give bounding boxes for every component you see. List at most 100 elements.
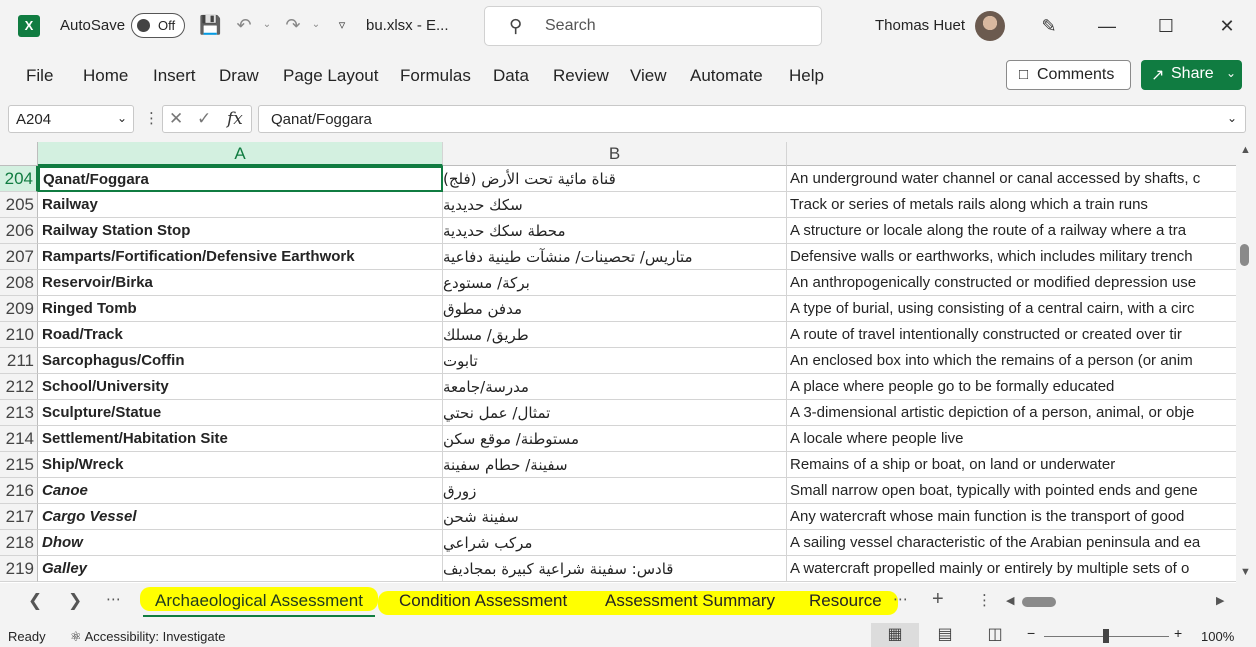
cell-c[interactable]: A 3-dimensional artistic depiction of a … — [787, 400, 1236, 426]
avatar[interactable] — [975, 11, 1005, 41]
more-options-icon[interactable]: ⋮ — [144, 109, 159, 127]
cell-a[interactable]: Canoe — [38, 478, 443, 504]
row-header[interactable]: 208 — [0, 270, 38, 296]
cell-a[interactable]: Dhow — [38, 530, 443, 556]
scroll-up-icon[interactable]: ▲ — [1240, 144, 1251, 156]
cell-b[interactable]: مستوطنة/ موقع سكن — [443, 426, 787, 452]
cell-c[interactable]: A watercraft propelled mainly or entirel… — [787, 556, 1236, 582]
cell-c[interactable]: A route of travel intentionally construc… — [787, 322, 1236, 348]
tab-view[interactable]: View — [630, 66, 667, 86]
row-header[interactable]: 209 — [0, 296, 38, 322]
sheet-tab-resource[interactable]: Resource — [809, 585, 882, 617]
user-name[interactable]: Thomas Huet — [875, 17, 965, 34]
cell-a[interactable]: Cargo Vessel — [38, 504, 443, 530]
row-header[interactable]: 214 — [0, 426, 38, 452]
tab-help[interactable]: Help — [789, 66, 824, 86]
cell-b[interactable]: زورق — [443, 478, 787, 504]
undo-icon[interactable]: ↶ — [233, 14, 255, 36]
row-header[interactable]: 217 — [0, 504, 38, 530]
cell-c[interactable]: Any watercraft whose main function is th… — [787, 504, 1236, 530]
share-button[interactable]: ↗ Share ⌄ — [1141, 60, 1242, 90]
cell-a[interactable]: Road/Track — [38, 322, 443, 348]
zoom-out-icon[interactable]: − — [1027, 625, 1035, 641]
row-header[interactable]: 211 — [0, 348, 38, 374]
scroll-down-icon[interactable]: ▼ — [1240, 566, 1251, 578]
select-all-corner[interactable] — [0, 142, 38, 166]
name-box[interactable]: A204 ⌄ — [8, 105, 134, 133]
tab-insert[interactable]: Insert — [153, 66, 196, 86]
row-header[interactable]: 207 — [0, 244, 38, 270]
search-box[interactable]: ⚲ Search — [484, 6, 822, 46]
cell-b[interactable]: سفينة/ حطام سفينة — [443, 452, 787, 478]
tab-review[interactable]: Review — [553, 66, 609, 86]
cell-a[interactable]: Ship/Wreck — [38, 452, 443, 478]
cell-a[interactable]: Galley — [38, 556, 443, 582]
zoom-slider-thumb[interactable] — [1103, 629, 1109, 643]
accessibility-status[interactable]: ⚛ Accessibility: Investigate — [70, 629, 225, 645]
cancel-icon[interactable]: ✕ — [169, 109, 183, 129]
cell-b[interactable]: تابوت — [443, 348, 787, 374]
insert-function-icon[interactable]: fx — [227, 109, 243, 129]
tab-home[interactable]: Home — [83, 66, 128, 86]
row-header[interactable]: 204 — [0, 166, 38, 192]
cell-b[interactable]: سفينة شحن — [443, 504, 787, 530]
zoom-level[interactable]: 100% — [1201, 629, 1234, 644]
scroll-right-icon[interactable]: ▶ — [1216, 594, 1224, 607]
maximize-icon[interactable]: ☐ — [1152, 12, 1180, 40]
tab-page-layout[interactable]: Page Layout — [283, 66, 378, 86]
column-header-a[interactable]: A — [38, 142, 443, 166]
undo-dropdown-icon[interactable]: ⌄ — [256, 14, 278, 36]
cell-c[interactable]: An anthropogenically constructed or modi… — [787, 270, 1236, 296]
cell-b[interactable]: مدرسة/جامعة — [443, 374, 787, 400]
row-header[interactable]: 205 — [0, 192, 38, 218]
row-header[interactable]: 212 — [0, 374, 38, 400]
save-icon[interactable]: 💾 — [199, 14, 221, 36]
cell-a[interactable]: Settlement/Habitation Site — [38, 426, 443, 452]
formula-input[interactable]: Qanat/Foggara ⌄ — [258, 105, 1246, 133]
cell-b[interactable]: متاريس/ تحصينات/ منشآت طينية دفاعية — [443, 244, 787, 270]
minimize-icon[interactable]: — — [1093, 12, 1121, 40]
designer-pen-icon[interactable]: ✎ — [1035, 12, 1063, 40]
expand-formula-icon[interactable]: ⌄ — [1227, 111, 1237, 125]
close-icon[interactable]: ✕ — [1213, 12, 1241, 40]
row-header[interactable]: 210 — [0, 322, 38, 348]
cell-b[interactable]: مركب شراعي — [443, 530, 787, 556]
cell-c[interactable]: Defensive walls or earthworks, which inc… — [787, 244, 1236, 270]
tab-data[interactable]: Data — [493, 66, 529, 86]
worksheet-grid[interactable]: A B 204 Qanat/Foggara قناة مائية تحت الأرض… — [0, 142, 1256, 583]
cell-c[interactable]: A structure or locale along the route of… — [787, 218, 1236, 244]
cell-a[interactable]: Ringed Tomb — [38, 296, 443, 322]
cell-b[interactable]: مدفن مطوق — [443, 296, 787, 322]
zoom-in-icon[interactable]: + — [1174, 625, 1182, 641]
redo-icon[interactable]: ↷ — [282, 14, 304, 36]
cell-c[interactable]: A type of burial, using consisting of a … — [787, 296, 1236, 322]
normal-view-icon[interactable]: ▦ — [871, 623, 919, 647]
cell-b[interactable]: طريق/ مسلك — [443, 322, 787, 348]
scroll-left-icon[interactable]: ◀ — [1006, 594, 1014, 607]
row-header[interactable]: 218 — [0, 530, 38, 556]
tab-file[interactable]: File — [26, 66, 53, 86]
scroll-thumb[interactable] — [1022, 597, 1056, 607]
column-header-b[interactable]: B — [443, 142, 787, 166]
cell-c[interactable]: Track or series of metals rails along wh… — [787, 192, 1236, 218]
cell-c[interactable]: A place where people go to be formally e… — [787, 374, 1236, 400]
page-layout-view-icon[interactable]: ▤ — [921, 623, 969, 647]
cell-c[interactable]: A sailing vessel characteristic of the A… — [787, 530, 1236, 556]
page-break-view-icon[interactable]: ◫ — [971, 623, 1019, 647]
enter-icon[interactable]: ✓ — [197, 109, 211, 129]
cell-a[interactable]: Sculpture/Statue — [38, 400, 443, 426]
cell-c[interactable]: Remains of a ship or boat, on land or un… — [787, 452, 1236, 478]
customize-toolbar-icon[interactable]: ▿ — [331, 14, 353, 36]
tab-draw[interactable]: Draw — [219, 66, 259, 86]
comments-button[interactable]: □ Comments — [1006, 60, 1131, 90]
cell-b[interactable]: بركة/ مستودع — [443, 270, 787, 296]
more-sheets-icon[interactable]: ⋯ — [106, 590, 121, 608]
cell-a[interactable]: Ramparts/Fortification/Defensive Earthwo… — [38, 244, 443, 270]
cell-c[interactable]: An enclosed box into which the remains o… — [787, 348, 1236, 374]
cell-a[interactable]: Reservoir/Birka — [38, 270, 443, 296]
chevron-down-icon[interactable]: ⌄ — [1226, 66, 1236, 80]
column-header-c[interactable] — [787, 142, 1236, 166]
more-tabs-icon[interactable]: ⋯ — [893, 590, 908, 608]
autosave-toggle[interactable]: Off — [131, 13, 185, 38]
sheet-tab-archaeological-assessment[interactable]: Archaeological Assessment — [143, 585, 375, 617]
